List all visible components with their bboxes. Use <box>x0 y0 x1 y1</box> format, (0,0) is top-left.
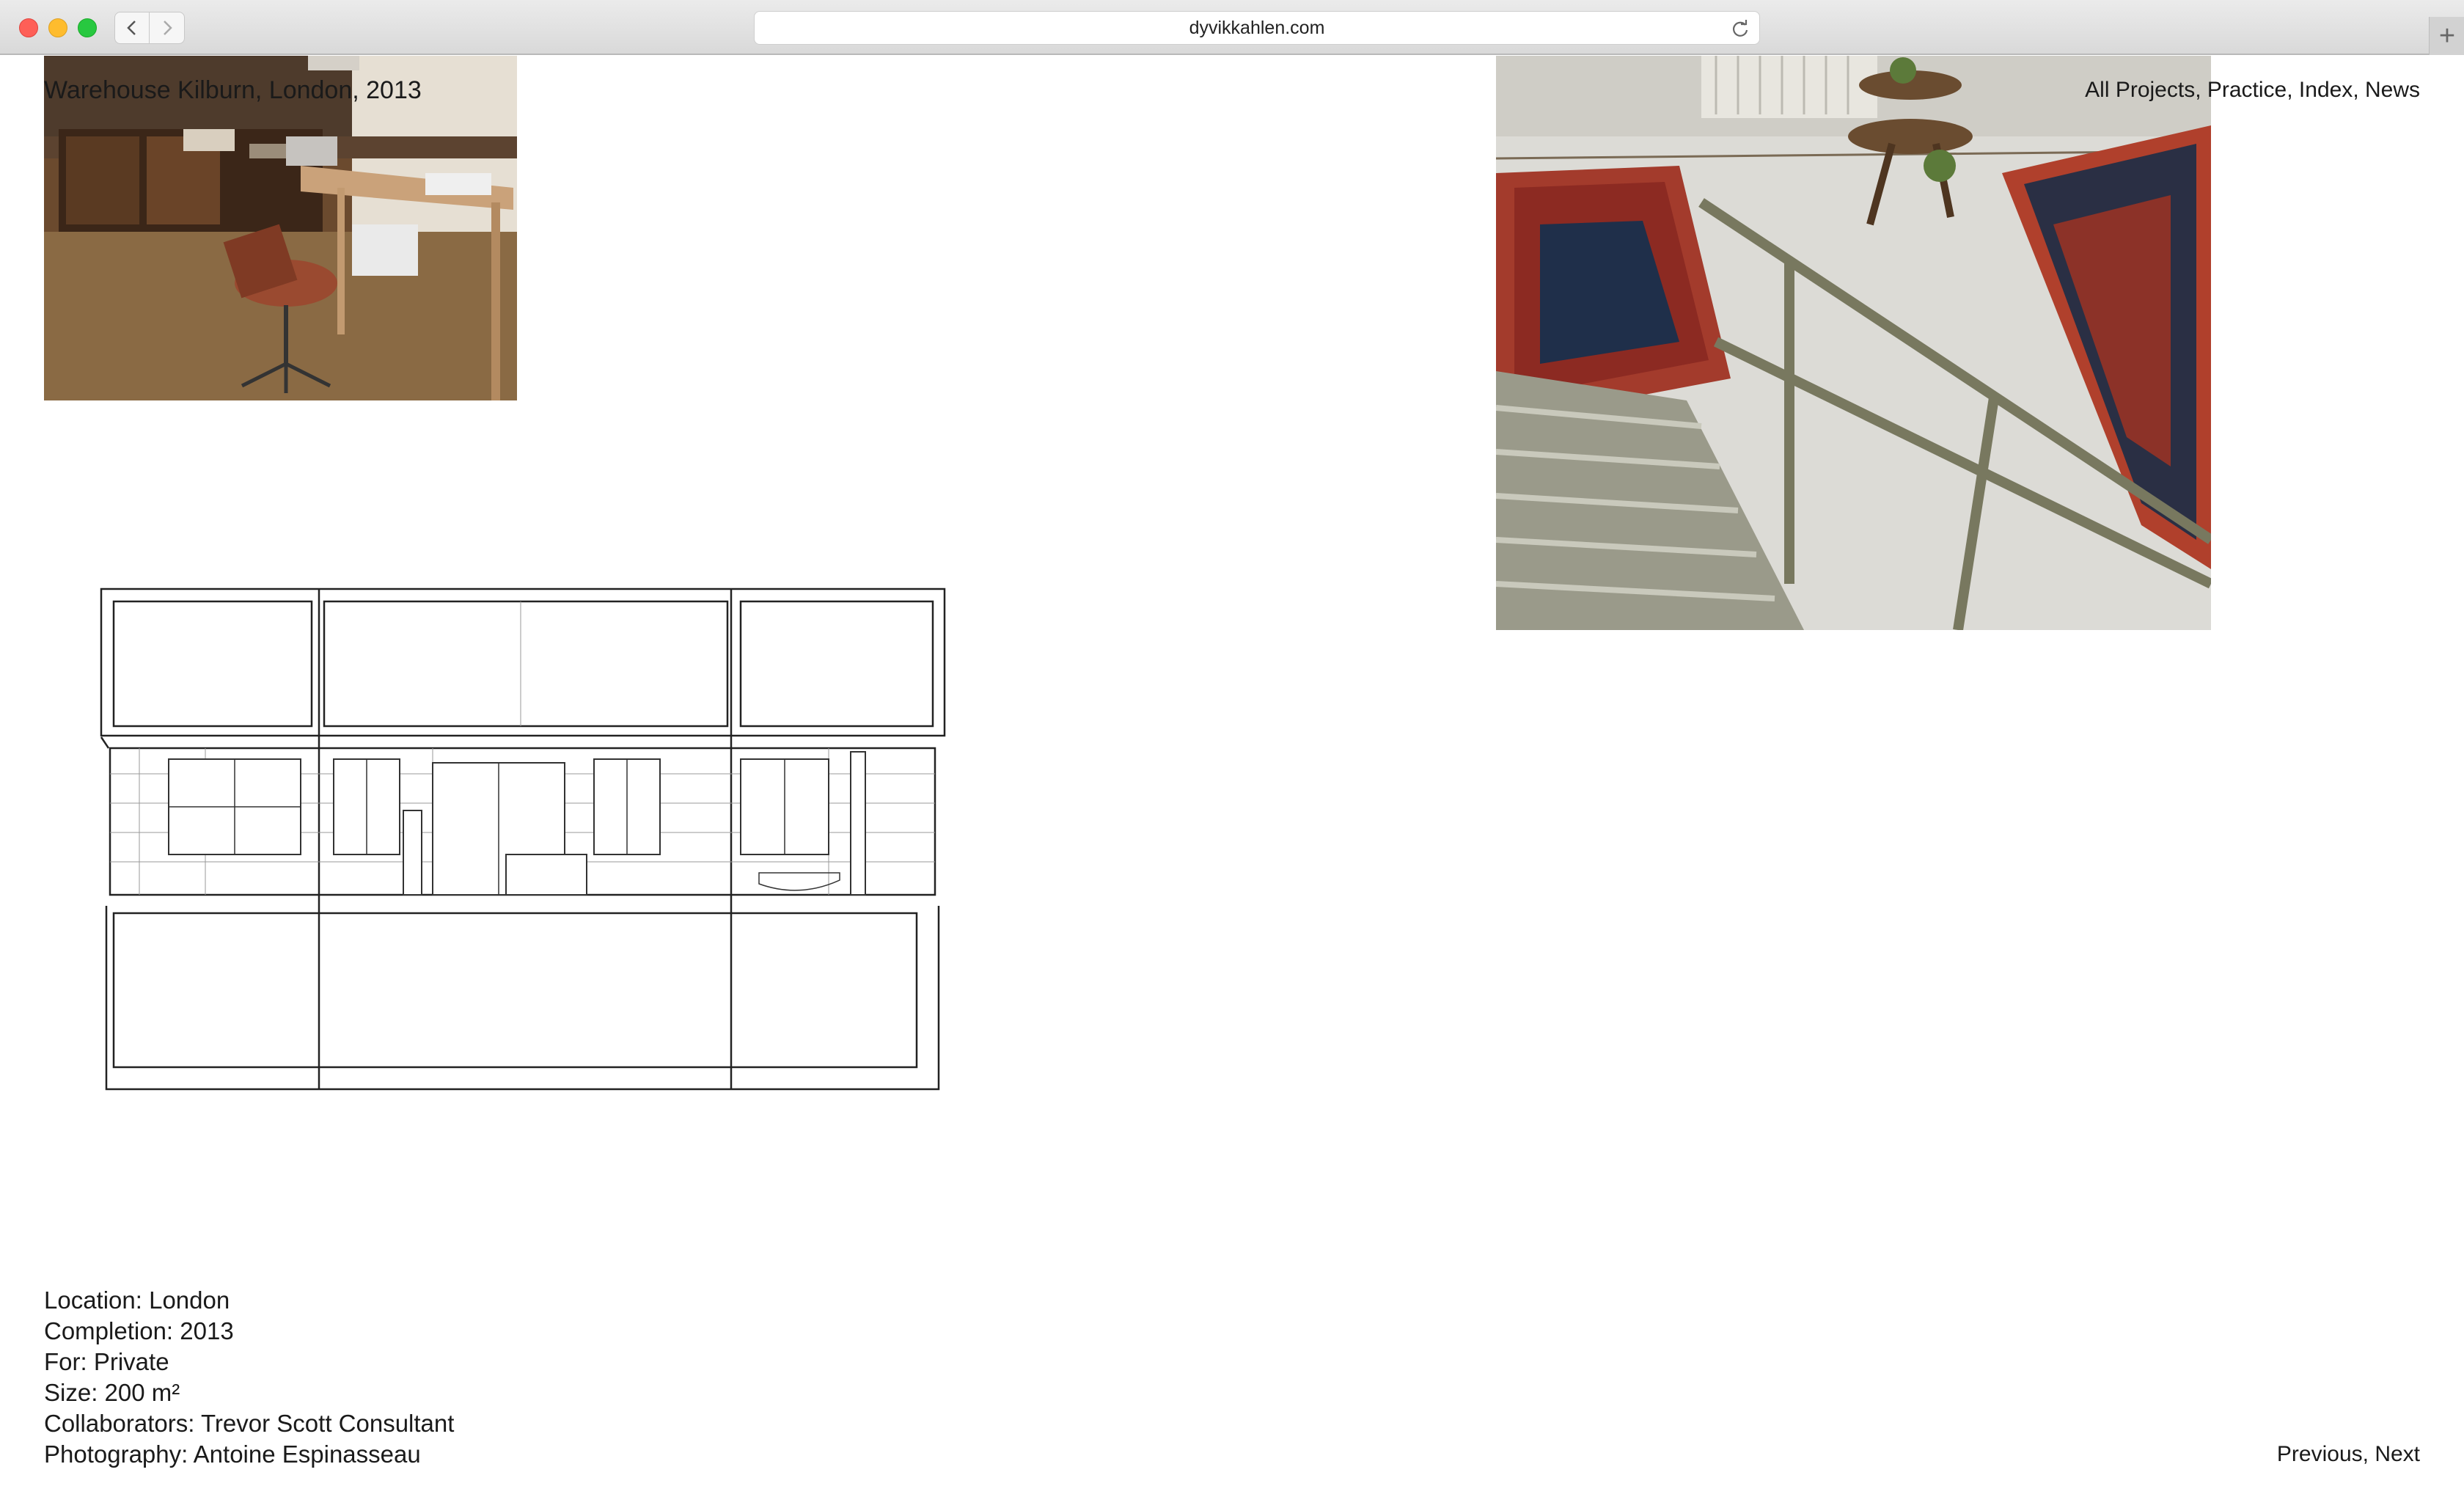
project-title[interactable]: Warehouse Kilburn, London, 2013 <box>44 76 422 105</box>
reload-icon[interactable] <box>1730 18 1750 39</box>
project-photo-staircase <box>1496 56 2211 630</box>
pager-separator: , <box>2362 1442 2375 1466</box>
new-tab-button[interactable]: + <box>2429 17 2464 55</box>
chevron-left-icon <box>127 21 136 35</box>
project-info: Location: London Completion: 2013 For: P… <box>44 1285 454 1470</box>
nav-all-projects[interactable]: All Projects <box>2085 78 2195 102</box>
zoom-window-button[interactable] <box>78 18 97 37</box>
info-location: Location: London <box>44 1286 230 1314</box>
forward-button[interactable] <box>150 12 185 44</box>
info-client: For: Private <box>44 1348 169 1375</box>
info-completion: Completion: 2013 <box>44 1317 234 1344</box>
nav-separator: , <box>2353 78 2365 102</box>
nav-index[interactable]: Index <box>2299 78 2353 102</box>
nav-separator: , <box>2195 78 2207 102</box>
next-link[interactable]: Next <box>2375 1442 2420 1466</box>
nav-news[interactable]: News <box>2365 78 2420 102</box>
nav-practice[interactable]: Practice <box>2207 78 2287 102</box>
info-collaborators: Collaborators: Trevor Scott Consultant <box>44 1410 455 1437</box>
info-photography: Photography: Antoine Espinasseau <box>44 1441 421 1468</box>
nav-separator: , <box>2287 78 2299 102</box>
chevron-right-icon <box>163 21 172 35</box>
section-drawing <box>95 583 950 1104</box>
main-nav: All Projects, Practice, Index, News <box>2085 78 2420 103</box>
close-window-button[interactable] <box>19 18 38 37</box>
project-photo-office <box>44 56 517 400</box>
url-text: dyvikkahlen.com <box>1189 18 1325 38</box>
browser-toolbar: dyvikkahlen.com + <box>0 0 2464 55</box>
previous-link[interactable]: Previous <box>2277 1442 2363 1466</box>
info-size: Size: 200 m² <box>44 1379 180 1406</box>
project-pager: Previous, Next <box>2277 1442 2420 1467</box>
back-button[interactable] <box>114 12 150 44</box>
minimize-window-button[interactable] <box>48 18 67 37</box>
address-bar[interactable]: dyvikkahlen.com <box>754 11 1760 45</box>
